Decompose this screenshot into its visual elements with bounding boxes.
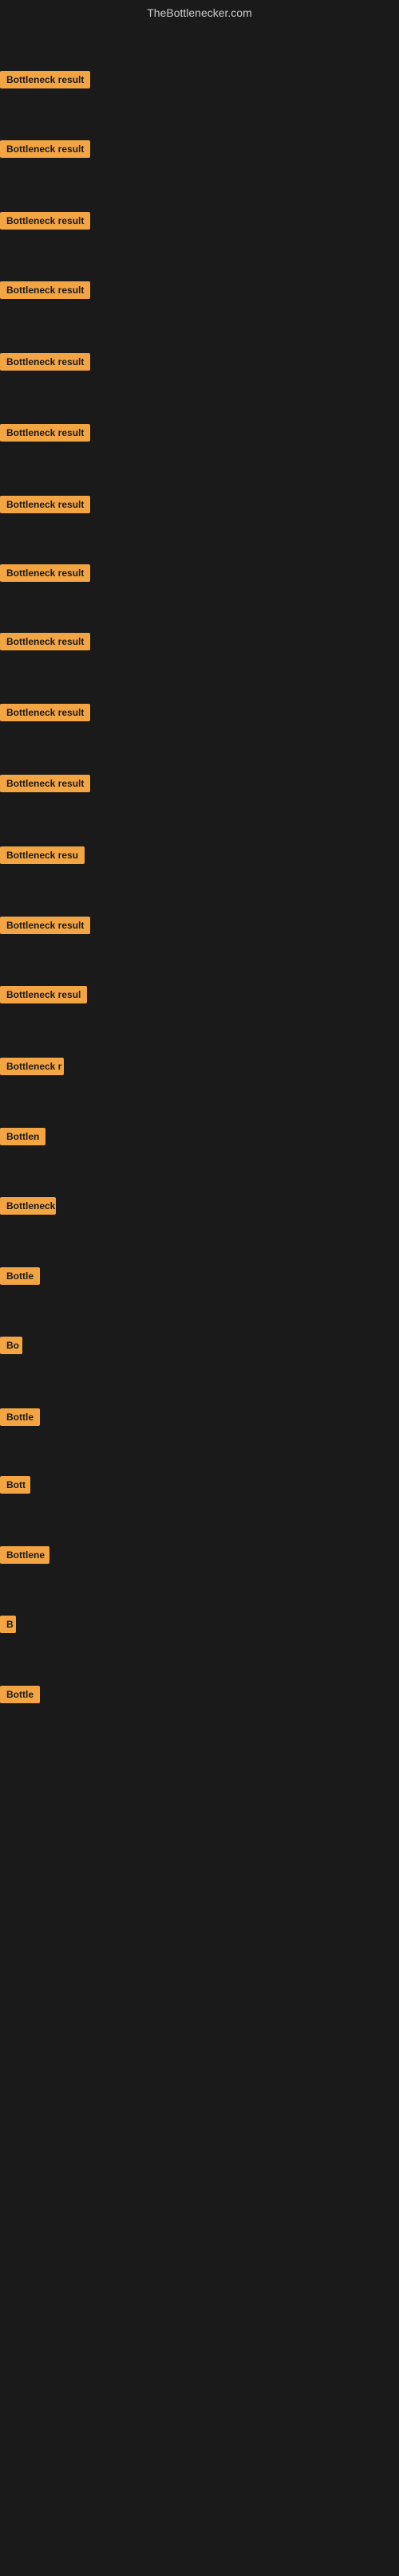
bottleneck-badge-8: Bottleneck result: [0, 564, 90, 582]
bottleneck-badge-18: Bottle: [0, 1267, 40, 1285]
bottleneck-result-item[interactable]: Bottleneck: [0, 1197, 56, 1219]
bottleneck-badge-23: B: [0, 1616, 16, 1633]
bottleneck-badge-6: Bottleneck result: [0, 424, 90, 442]
bottleneck-result-item[interactable]: Bottleneck result: [0, 281, 90, 303]
bottleneck-badge-24: Bottle: [0, 1686, 40, 1703]
bottleneck-badge-15: Bottleneck r: [0, 1058, 64, 1075]
bottleneck-result-item[interactable]: Bottleneck result: [0, 424, 90, 446]
bottleneck-result-item[interactable]: Bottleneck result: [0, 71, 90, 92]
bottleneck-badge-9: Bottleneck result: [0, 633, 90, 650]
bottleneck-badge-22: Bottlene: [0, 1546, 49, 1564]
bottleneck-badge-4: Bottleneck result: [0, 281, 90, 299]
bottleneck-badge-17: Bottleneck: [0, 1197, 56, 1215]
bottleneck-result-item[interactable]: Bottlen: [0, 1128, 45, 1149]
bottleneck-result-item[interactable]: Bottleneck result: [0, 775, 90, 796]
bottleneck-badge-1: Bottleneck result: [0, 71, 90, 88]
bottleneck-result-item[interactable]: B: [0, 1616, 16, 1637]
site-title: TheBottlenecker.com: [0, 0, 399, 26]
bottleneck-badge-5: Bottleneck result: [0, 353, 90, 371]
bottleneck-result-item[interactable]: Bottle: [0, 1408, 40, 1430]
bottleneck-result-item[interactable]: Bottle: [0, 1686, 40, 1707]
bottleneck-result-item[interactable]: Bottleneck result: [0, 212, 90, 234]
bottleneck-result-item[interactable]: Bottleneck result: [0, 704, 90, 725]
bottleneck-result-item[interactable]: Bottleneck result: [0, 633, 90, 654]
bottleneck-result-item[interactable]: Bottleneck resul: [0, 986, 87, 1007]
bottleneck-result-item[interactable]: Bottleneck r: [0, 1058, 64, 1079]
bottleneck-result-item[interactable]: Bo: [0, 1337, 22, 1358]
bottleneck-result-item[interactable]: Bottle: [0, 1267, 40, 1289]
bottleneck-badge-13: Bottleneck result: [0, 917, 90, 934]
bottleneck-badge-3: Bottleneck result: [0, 212, 90, 230]
bottleneck-result-item[interactable]: Bottleneck result: [0, 564, 90, 586]
bottleneck-result-item[interactable]: Bottleneck resu: [0, 846, 85, 868]
bottleneck-badge-21: Bott: [0, 1476, 30, 1494]
bottleneck-result-item[interactable]: Bottleneck result: [0, 353, 90, 375]
bottleneck-badge-19: Bo: [0, 1337, 22, 1354]
bottleneck-result-item[interactable]: Bott: [0, 1476, 30, 1498]
bottleneck-badge-7: Bottleneck result: [0, 496, 90, 513]
bottleneck-badge-10: Bottleneck result: [0, 704, 90, 721]
bottleneck-badge-16: Bottlen: [0, 1128, 45, 1145]
bottleneck-badge-2: Bottleneck result: [0, 140, 90, 158]
bottleneck-badge-20: Bottle: [0, 1408, 40, 1426]
bottleneck-result-item[interactable]: Bottleneck result: [0, 917, 90, 938]
bottleneck-badge-12: Bottleneck resu: [0, 846, 85, 864]
bottleneck-badge-11: Bottleneck result: [0, 775, 90, 792]
bottleneck-result-item[interactable]: Bottleneck result: [0, 496, 90, 517]
bottleneck-result-item[interactable]: Bottlene: [0, 1546, 49, 1568]
bottleneck-badge-14: Bottleneck resul: [0, 986, 87, 1003]
bottleneck-result-item[interactable]: Bottleneck result: [0, 140, 90, 162]
